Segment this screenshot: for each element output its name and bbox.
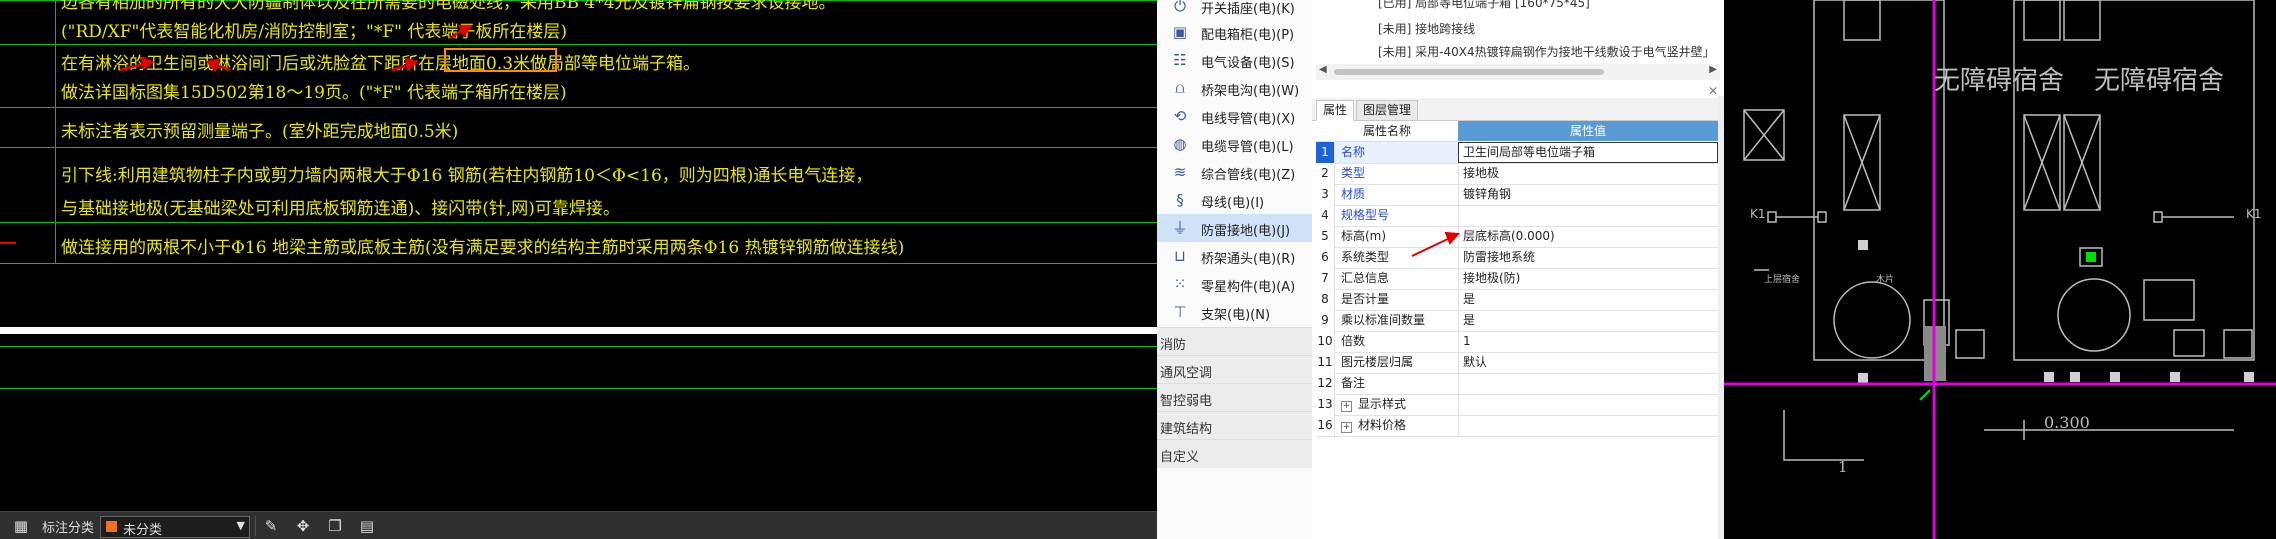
room-label: 无障碍宿舍 — [1934, 66, 2065, 96]
category-fire[interactable]: 消防 — [1157, 327, 1312, 356]
category-color-swatch — [106, 521, 117, 532]
annotation-category-label: 标注分类 — [42, 521, 95, 536]
note-line-7: 与基础接地极(无基础梁处可利用底板钢筋连通)、接闪带(针,网)可靠焊接。 — [61, 199, 620, 219]
ground-icon: ⏚ — [1172, 219, 1188, 237]
note-line-5: 未标注者表示预留测量端子。(室外距完成地面0.5米) — [61, 122, 459, 142]
status-bar: ▦ 标注分类 未分类 ▼ ✎ ✥ ❐ ▤ — [0, 511, 1157, 539]
chevron-down-icon: ▼ — [236, 519, 245, 532]
tree-item-cable-conduit[interactable]: ◍ 电缆导管(电)(L) — [1157, 130, 1312, 158]
wire-icon: ⟲ — [1173, 107, 1187, 125]
move-icon[interactable]: ✥ — [294, 517, 312, 535]
annotation-arrows — [119, 24, 473, 73]
grid-line — [0, 222, 1157, 223]
k1-label: K1 — [2246, 207, 2262, 221]
category-hvac[interactable]: 通风空调 — [1157, 355, 1312, 384]
tree-item-equipment[interactable]: ☷ 电气设备(电)(S) — [1157, 46, 1312, 74]
parts-icon: ⁙ — [1173, 275, 1187, 293]
grid-line — [0, 147, 1157, 148]
note-line-8: 做连接用的两根不小于Φ16 地梁主筋或底板主筋(没有满足要求的结构主筋时采用两条… — [61, 238, 905, 258]
tree-item-tray-junction[interactable]: ⊔ 桥架通头(电)(R) — [1157, 242, 1312, 270]
copy-icon[interactable]: ❐ — [326, 517, 344, 535]
tree-item-distribution-box[interactable]: ▣ 配电箱柜(电)(P) — [1157, 18, 1312, 46]
paste-icon[interactable]: ▤ — [358, 517, 376, 535]
tree-item-tray[interactable]: ⩍ 桥架电沟(电)(W) — [1157, 74, 1312, 102]
cad-drawing-viewport[interactable]: 无障碍宿舍 无障碍宿舍 K1 K1 0.300 1 木片 上层宿舍 — [1724, 0, 2276, 539]
tree-item-combined-pipeline[interactable]: ≋ 综合管线(电)(Z) — [1157, 158, 1312, 186]
tray-icon: ⩍ — [1175, 79, 1185, 97]
small-label: 上层宿舍 — [1764, 275, 1801, 285]
grid-line — [0, 388, 1157, 389]
component-tree: ⏻ 开关插座(电)(K) ▣ 配电箱柜(电)(P) ☷ 电气设备(电)(S) ⩍ 桥架电… — [1157, 0, 1313, 539]
equipment-icon: ☷ — [1173, 51, 1187, 69]
edit-icon[interactable]: ✎ — [262, 517, 280, 535]
bracket-icon: ⊤ — [1173, 303, 1187, 321]
tree-item-switch-socket[interactable]: ⏻ 开关插座(电)(K) — [1157, 0, 1312, 20]
grid-icon[interactable]: ▦ — [12, 517, 30, 535]
category-custom[interactable]: 自定义 — [1157, 439, 1312, 468]
note-line-6: 引下线:利用建筑物柱子内或剪力墙内两根大于Φ16 钢筋(若柱内钢筋10＜Φ<16… — [61, 166, 873, 186]
small-label: 木片 — [1876, 275, 1895, 285]
pipeline-icon: ≋ — [1173, 163, 1187, 181]
socket-icon: ⏻ — [1174, 0, 1186, 15]
grid-line — [0, 346, 1157, 347]
panel-icon: ▣ — [1172, 23, 1188, 41]
white-band — [0, 327, 1157, 334]
k1-label: K1 — [1750, 207, 1766, 221]
junction-icon: ⊔ — [1174, 247, 1186, 265]
red-mark — [0, 242, 16, 244]
category-select-value: 未分类 — [123, 523, 163, 538]
properties-panel: [已用] 局部等电位端子箱 [160*75*45] [未用] 接地跨接线 [未用… — [1312, 0, 1724, 539]
cad-notes-viewport[interactable]: 边各有相加的所有的大大防疆制体以及在所需要的电磁处线，采用BB 4*4光及镀锌扁… — [0, 0, 1157, 539]
tree-item-bracket[interactable]: ⊤ 支架(电)(N) — [1157, 298, 1312, 326]
busbar-icon: § — [1176, 191, 1184, 209]
category-weak-current[interactable]: 智控弱电 — [1157, 383, 1312, 412]
tree-item-lightning-ground[interactable]: ⏚ 防雷接地(电)(J) — [1157, 214, 1312, 242]
tree-item-misc-parts[interactable]: ⁙ 零星构件(电)(A) — [1157, 270, 1312, 298]
annotation-arrow — [1411, 231, 1461, 257]
dim-label: 1 — [1838, 458, 1848, 476]
room-label: 无障碍宿舍 — [2094, 66, 2225, 96]
grid-line — [0, 263, 1157, 264]
divider — [255, 516, 256, 536]
annotation-category-select[interactable]: 未分类 ▼ — [100, 516, 250, 538]
elevation-label: 0.300 — [2044, 413, 2090, 432]
tree-item-busbar[interactable]: § 母线(电)(I) — [1157, 186, 1312, 214]
category-structure[interactable]: 建筑结构 — [1157, 411, 1312, 440]
cable-icon: ◍ — [1173, 135, 1187, 153]
tree-item-wire-conduit[interactable]: ⟲ 电线导管(电)(X) — [1157, 102, 1312, 130]
